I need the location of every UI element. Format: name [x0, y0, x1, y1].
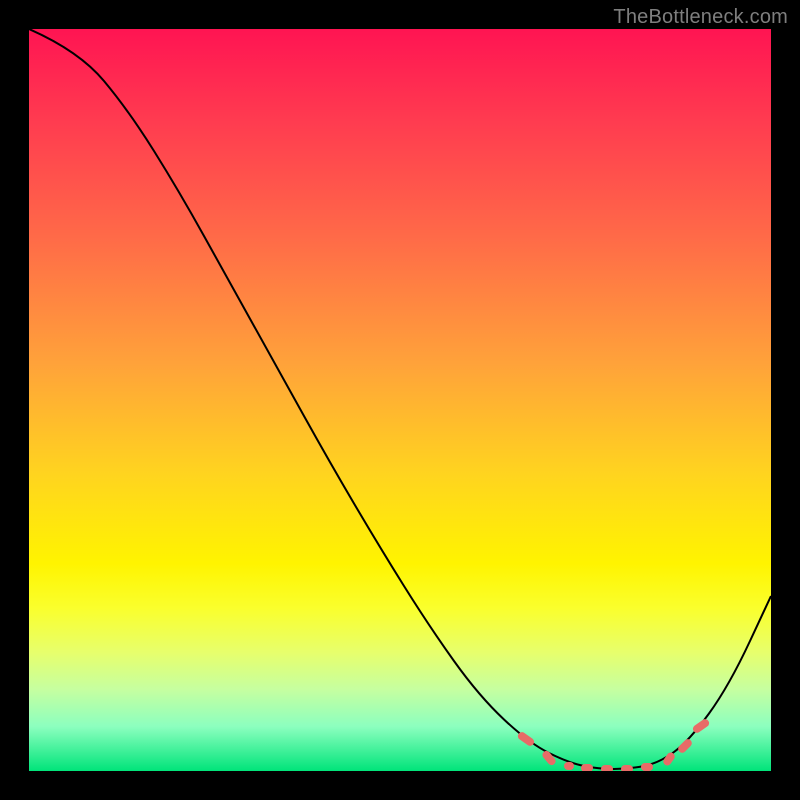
plot-gradient-bg [29, 29, 771, 771]
watermark-label: TheBottleneck.com [613, 6, 788, 29]
chart-stage: TheBottleneck.com [0, 0, 800, 800]
